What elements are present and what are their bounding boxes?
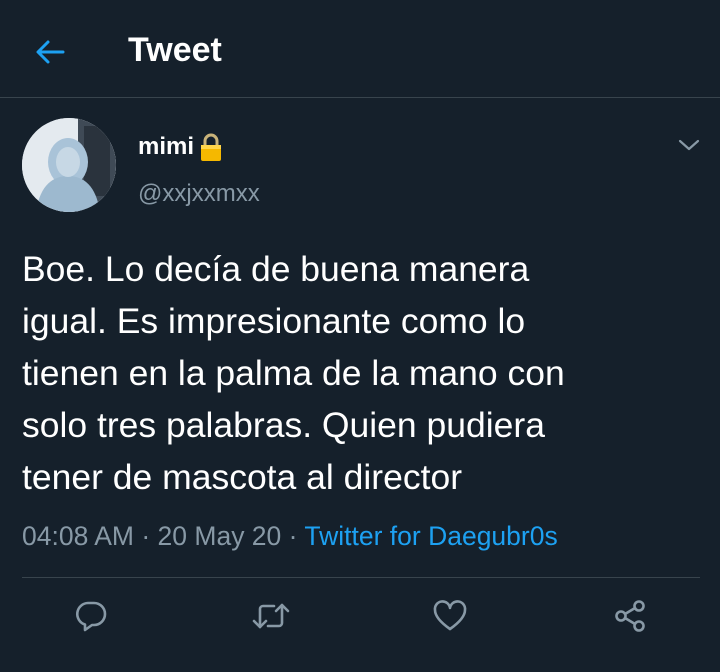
like-button[interactable] — [430, 596, 470, 636]
page-title: Tweet — [128, 31, 222, 69]
arrow-left-icon — [36, 40, 65, 64]
tweet-time: 04:08 AM — [22, 521, 134, 551]
lock-icon — [198, 132, 224, 162]
meta-separator: · — [141, 521, 151, 551]
meta-separator: · — [288, 521, 298, 551]
share-button[interactable] — [610, 596, 650, 636]
author-name-row[interactable]: mimi — [138, 132, 224, 162]
tweet-text: Boe. Lo decía de buena manera igual. Es … — [22, 249, 565, 497]
divider — [22, 577, 700, 578]
share-icon — [615, 600, 645, 632]
retweet-button[interactable] — [251, 596, 291, 636]
display-name: mimi — [138, 133, 195, 160]
chevron-down-icon — [678, 139, 700, 151]
tweet-date: 20 May 20 — [157, 521, 282, 551]
like-icon — [433, 600, 467, 631]
more-options-button[interactable] — [676, 132, 702, 158]
reply-button[interactable] — [71, 596, 111, 636]
reply-icon — [76, 601, 107, 632]
avatar[interactable] — [22, 118, 116, 212]
tweet-meta: 04:08 AM · 20 May 20 · Twitter for Daegu… — [22, 518, 558, 554]
author-handle[interactable]: @xxjxxmxx — [138, 178, 260, 210]
top-app-bar: Tweet — [0, 0, 720, 98]
tweet-source-link[interactable]: Twitter for Daegubr0s — [304, 521, 557, 551]
back-button[interactable] — [30, 32, 70, 72]
retweet-icon — [252, 603, 290, 629]
